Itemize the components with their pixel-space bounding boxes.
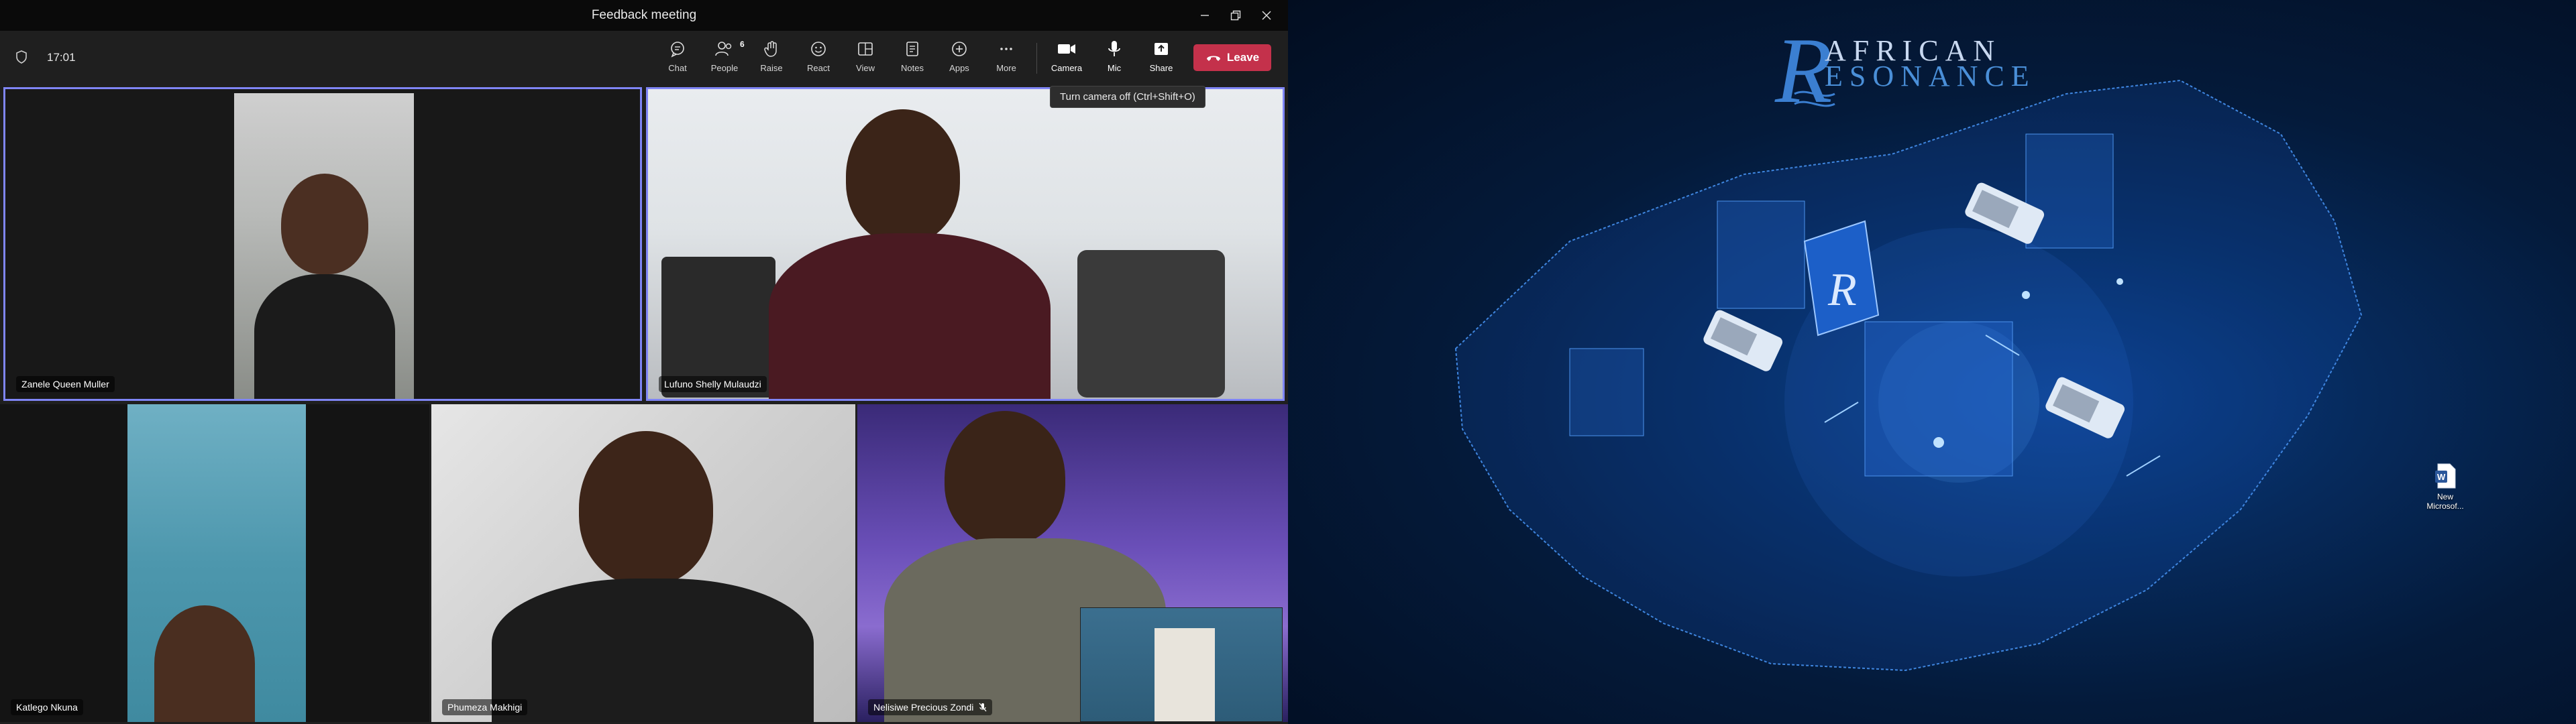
self-view-preview[interactable] — [1080, 607, 1283, 722]
file-name-line-1: New — [2436, 492, 2453, 501]
smile-icon — [808, 39, 828, 59]
participant-name: Phumeza Makhigi — [442, 699, 528, 715]
minimize-icon — [1201, 15, 1209, 16]
mic-button[interactable]: Mic — [1093, 39, 1135, 78]
window-curtain — [1155, 628, 1215, 721]
logo-line-2: ESONANCE — [1825, 60, 2036, 93]
file-name-line-2: Microsof... — [2426, 501, 2464, 511]
restore-button[interactable] — [1221, 0, 1250, 31]
apps-button[interactable]: Apps — [938, 39, 980, 78]
camera-feed — [648, 89, 1283, 399]
svg-text:W: W — [2437, 472, 2446, 482]
video-tile-nelisiwe[interactable]: Nelisiwe Precious Zondi — [857, 404, 1288, 722]
share-label: Share — [1149, 63, 1173, 73]
window-title: Feedback meeting — [591, 8, 697, 22]
notes-icon — [902, 39, 922, 59]
video-tile-lufuno[interactable]: Lufuno Shelly Mulaudzi — [646, 87, 1285, 401]
camera-label: Camera — [1051, 63, 1083, 73]
camera-icon — [1057, 39, 1077, 59]
view-button[interactable]: View — [845, 39, 886, 78]
desktop-wallpaper: R R AFRICAN ESONANCE W New Microsof... — [1288, 0, 2576, 724]
close-icon — [1262, 11, 1271, 20]
microphone-icon — [1104, 39, 1124, 59]
react-label: React — [807, 63, 830, 73]
person-body — [769, 233, 1051, 399]
teams-meeting-window: Feedback meeting 17:01 Chat 6 People Rai… — [0, 0, 1288, 724]
hand-icon — [761, 39, 782, 59]
video-tile-katlego[interactable]: Katlego Nkuna — [0, 404, 429, 722]
video-tile-phumeza[interactable]: Phumeza Makhigi — [431, 404, 855, 722]
mic-muted-icon — [979, 703, 987, 712]
camera-tooltip: Turn camera off (Ctrl+Shift+O) — [1050, 86, 1205, 108]
chat-button[interactable]: Chat — [657, 39, 698, 78]
raise-label: Raise — [760, 63, 783, 73]
toolbar-divider — [1036, 43, 1037, 74]
participant-count: 6 — [740, 40, 745, 49]
camera-feed — [234, 93, 414, 399]
person-body — [254, 274, 395, 399]
chat-icon — [667, 39, 688, 59]
screen: Feedback meeting 17:01 Chat 6 People Rai… — [0, 0, 2576, 724]
wallpaper-art: R — [1454, 79, 2363, 672]
person-head — [281, 174, 368, 274]
notes-button[interactable]: Notes — [892, 39, 933, 78]
camera-button[interactable]: Camera — [1046, 39, 1087, 78]
restore-icon — [1230, 10, 1241, 21]
participant-name: Katlego Nkuna — [11, 699, 83, 715]
word-document-icon: W — [2435, 463, 2456, 489]
more-label: More — [996, 63, 1016, 73]
grid-view-icon — [855, 39, 875, 59]
person-body — [492, 579, 814, 722]
share-icon — [1151, 39, 1171, 59]
notes-label: Notes — [901, 63, 924, 73]
people-button[interactable]: 6 People — [704, 39, 745, 78]
meeting-timer: 17:01 — [47, 51, 76, 64]
person-head — [154, 605, 255, 722]
apps-label: Apps — [949, 63, 969, 73]
leave-button[interactable]: Leave — [1193, 44, 1271, 71]
react-button[interactable]: React — [798, 39, 839, 78]
shield-icon — [16, 50, 27, 64]
camera-feed — [127, 404, 306, 722]
person-head — [846, 109, 960, 243]
leave-label: Leave — [1226, 51, 1260, 64]
share-button[interactable]: Share — [1140, 39, 1182, 78]
more-icon — [996, 39, 1016, 59]
camera-feed — [431, 404, 855, 722]
logo-initial: R — [1775, 19, 1833, 123]
participant-name: Nelisiwe Precious Zondi — [868, 699, 993, 715]
apps-icon — [949, 39, 969, 59]
more-button[interactable]: More — [985, 39, 1027, 78]
video-tile-zanele[interactable]: Zanele Queen Muller — [3, 87, 642, 401]
participant-name: Zanele Queen Muller — [16, 376, 115, 392]
meeting-toolbar: 17:01 Chat 6 People Raise React View Not… — [0, 31, 1288, 84]
chat-label: Chat — [668, 63, 687, 73]
title-bar: Feedback meeting — [0, 0, 1288, 31]
mic-label: Mic — [1107, 63, 1122, 73]
svg-text:R: R — [1827, 264, 1857, 316]
people-label: People — [710, 63, 739, 73]
minimize-button[interactable] — [1190, 0, 1220, 31]
participant-name-text: Nelisiwe Precious Zondi — [873, 702, 974, 713]
phone-hangup-icon — [1206, 56, 1220, 61]
participant-name: Lufuno Shelly Mulaudzi — [659, 376, 767, 392]
people-icon: 6 — [714, 39, 745, 59]
person-head — [945, 411, 1065, 545]
view-label: View — [856, 63, 875, 73]
office-chair — [1077, 250, 1225, 398]
raise-hand-button[interactable]: Raise — [751, 39, 792, 78]
person-head — [579, 431, 713, 585]
close-window-button[interactable] — [1252, 0, 1281, 31]
desktop-file-word-document[interactable]: W New Microsof... — [2422, 463, 2469, 511]
